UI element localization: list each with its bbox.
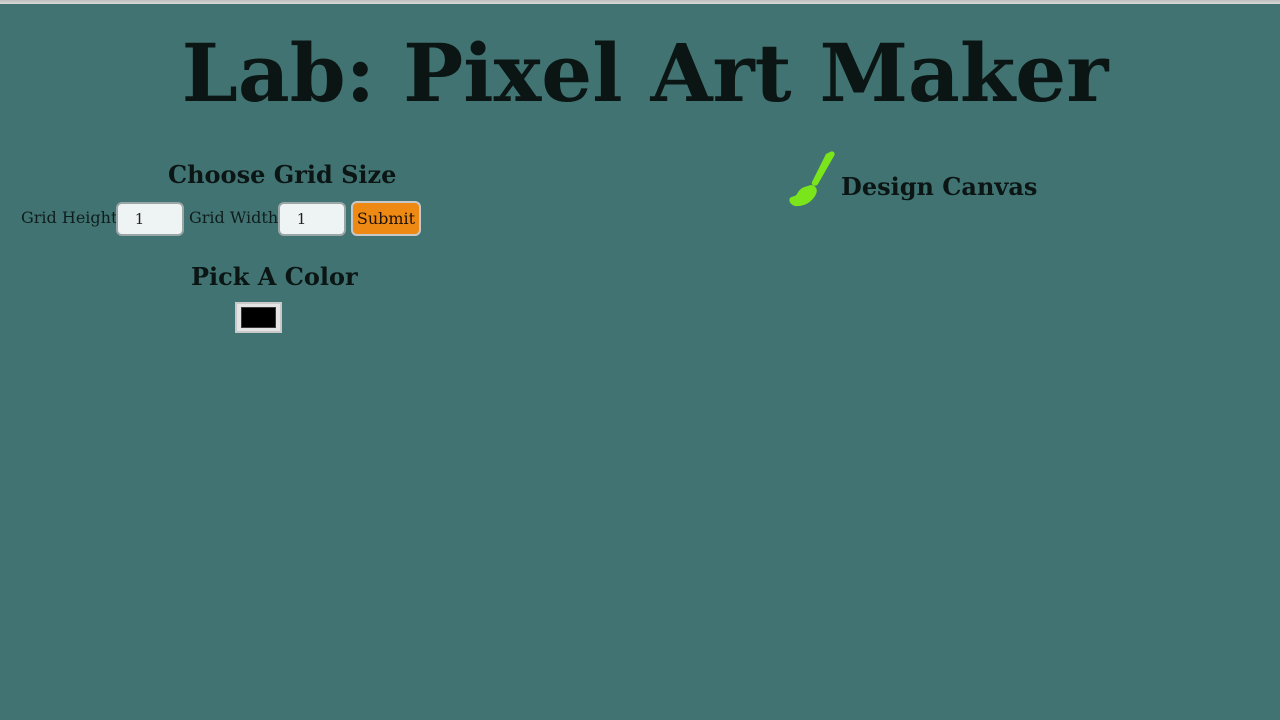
canvas-header: Design Canvas [786,148,1046,212]
grid-height-input[interactable] [116,202,184,236]
color-picker-swatch [241,307,276,328]
page-title: Lab: Pixel Art Maker [181,26,1109,120]
color-picker-input[interactable] [235,302,282,333]
paint-brush-icon [789,151,835,207]
pixel-canvas[interactable] [780,222,1030,232]
submit-button[interactable]: Submit [351,201,421,236]
design-canvas-title: Design Canvas [841,172,1038,201]
grid-size-title: Choose Grid Size [168,160,397,189]
browser-top-border [0,0,1280,4]
grid-width-label: Grid Width: [189,208,284,227]
grid-height-label: Grid Height: [21,208,123,227]
pick-color-title: Pick A Color [191,262,358,291]
grid-width-input[interactable] [278,202,346,236]
